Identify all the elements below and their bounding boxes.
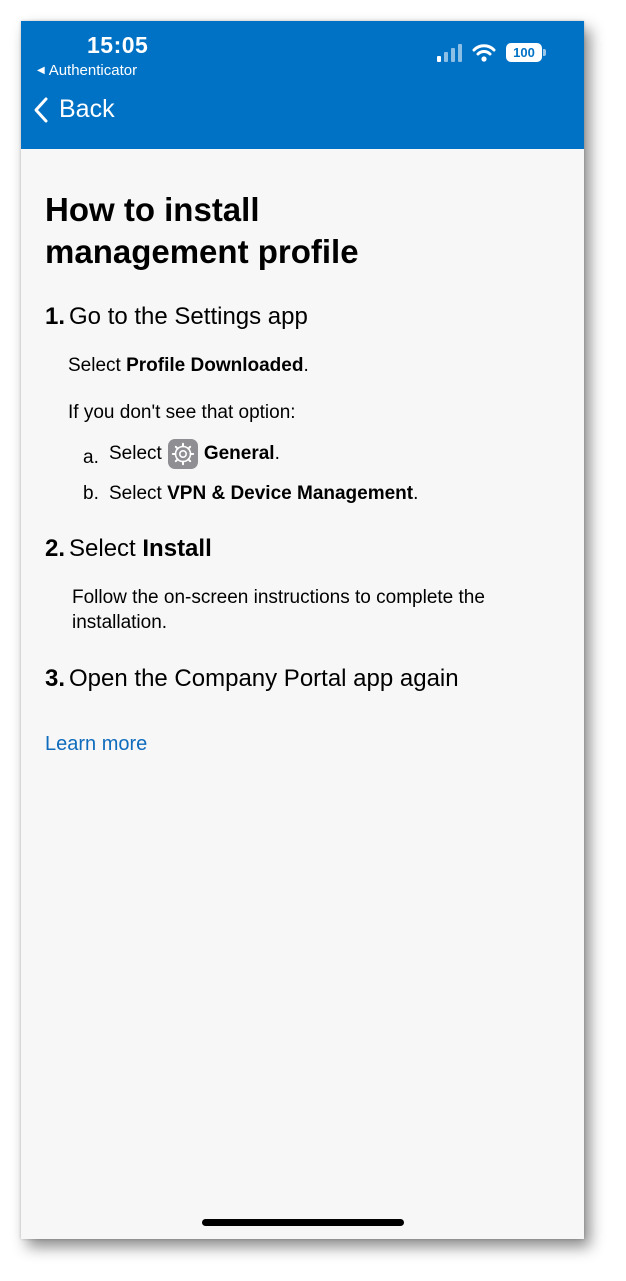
- learn-more-link[interactable]: Learn more: [45, 733, 147, 755]
- step-3: 3. Open the Company Portal app again: [45, 665, 565, 693]
- sub-item-prefix: Select: [109, 443, 162, 464]
- sub-item-a: a. Select General .: [83, 439, 565, 469]
- step-2-desc-line2: installation.: [72, 612, 168, 633]
- step-label: Go to the Settings app: [69, 303, 308, 330]
- step-1-fallback-note: If you don't see that option:: [68, 402, 296, 423]
- step-label: Open the Company Portal app again: [69, 665, 459, 692]
- back-button[interactable]: Back: [33, 95, 115, 124]
- page-title: How to install management profile: [45, 189, 565, 273]
- app-header: 15:05 ◀ Authenticator 100 Back: [21, 21, 584, 149]
- instruction-suffix: .: [303, 355, 309, 376]
- cellular-signal-icon: [437, 43, 462, 62]
- step-label-prefix: Select: [69, 535, 143, 562]
- sub-item-b: b. Select VPN & Device Management.: [83, 483, 565, 505]
- back-label: Back: [59, 95, 115, 123]
- home-indicator[interactable]: [202, 1219, 404, 1226]
- settings-gear-icon: [167, 439, 198, 469]
- status-time: 15:05: [87, 32, 149, 58]
- back-triangle-icon: ◀: [37, 64, 45, 76]
- step-number: 3.: [45, 665, 66, 692]
- battery-icon: 100: [506, 43, 546, 62]
- step-1: 1. Go to the Settings app: [45, 303, 565, 331]
- step-2-description: Follow the on-screen instructions to com…: [72, 585, 565, 635]
- step-number: 1.: [45, 303, 66, 330]
- sub-item-suffix: .: [413, 483, 419, 504]
- page-title-line2: management profile: [45, 233, 359, 270]
- page-title-line1: How to install: [45, 191, 260, 228]
- status-back-app-label: Authenticator: [48, 62, 138, 79]
- step-label-bold: Install: [142, 535, 212, 562]
- sub-item-bold: General: [203, 443, 275, 464]
- main-content: How to install management profile 1. Go …: [45, 189, 565, 756]
- status-back-to-app[interactable]: ◀ Authenticator: [37, 62, 137, 79]
- sub-item-prefix: Select: [109, 483, 168, 504]
- phone-screen: 15:05 ◀ Authenticator 100 Back How to in…: [21, 21, 584, 1239]
- step-number: 2.: [45, 535, 66, 562]
- instruction-bold: Profile Downloaded: [126, 355, 304, 376]
- sub-item-suffix: .: [274, 443, 280, 464]
- sub-item-letter: b.: [83, 483, 99, 504]
- instruction-prefix: Select: [68, 355, 127, 376]
- step-1-instruction: Select Profile Downloaded.: [68, 353, 565, 378]
- status-icons: 100: [437, 43, 546, 62]
- sub-item-letter: a.: [83, 447, 99, 468]
- step-2-desc-line1: Follow the on-screen instructions to com…: [72, 587, 485, 608]
- chevron-left-icon: [34, 97, 48, 122]
- sub-item-bold: VPN & Device Management: [167, 483, 414, 504]
- step-2: 2. Select Install: [45, 535, 565, 563]
- wifi-icon: [472, 43, 496, 62]
